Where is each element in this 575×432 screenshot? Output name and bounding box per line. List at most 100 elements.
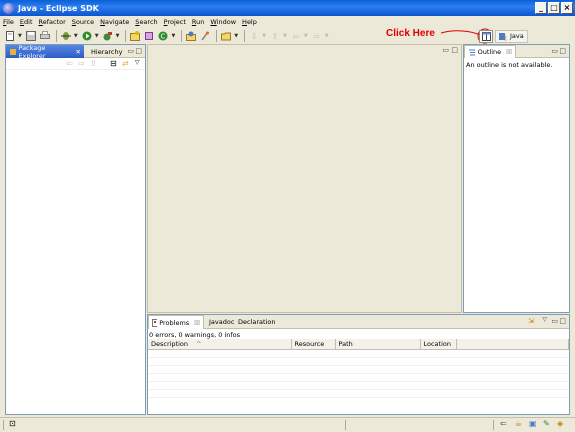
problems-view-menu-icon[interactable]: ▽ (542, 316, 547, 323)
up-nav-icon[interactable]: ⇧ (90, 59, 97, 68)
new-dropdown-icon[interactable]: ▼ (18, 33, 22, 39)
status-separator (345, 420, 346, 430)
trim-ant-icon[interactable]: ◈ (557, 419, 563, 428)
menu-refactor[interactable]: Refactor (39, 18, 66, 26)
column-path[interactable]: Path (335, 339, 421, 350)
trim-prev-icon[interactable]: ⇐ (500, 419, 507, 428)
new-java-project-icon[interactable] (129, 30, 141, 42)
open-folder-icon[interactable] (220, 30, 232, 42)
forward-icon[interactable]: ⇨ (311, 30, 323, 42)
new-icon[interactable] (4, 30, 16, 42)
java-perspective-button[interactable]: J Java (495, 29, 528, 43)
open-perspective-button[interactable] (479, 29, 493, 43)
run-icon[interactable] (81, 30, 93, 42)
toolbar-separator (244, 30, 246, 42)
package-explorer-tabstrip: Package Explorer ✕ Hierarchy ▭ □ (6, 44, 145, 60)
package-explorer-toolbar: ⇦ ⇨ ⇧ ⊟ ⇄ ▽ (6, 58, 145, 70)
toolbar-separator (55, 30, 57, 42)
problems-tabstrip: Problems ☒ Javadoc Declaration ⇲ ▽ ▭ □ (148, 315, 569, 329)
run-dropdown-icon[interactable]: ▼ (95, 33, 99, 39)
tab-javadoc[interactable]: Javadoc (206, 315, 236, 329)
close-tab-icon[interactable]: ✕ (76, 48, 81, 56)
outline-icon (469, 49, 475, 56)
column-resource[interactable]: Resource (291, 339, 336, 350)
column-location[interactable]: Location (420, 339, 457, 350)
tab-javadoc-label: Javadoc (209, 318, 235, 326)
tab-declaration-label: Declaration (238, 318, 276, 326)
menu-window[interactable]: Window (210, 18, 236, 26)
save-icon[interactable] (25, 30, 37, 42)
back-dropdown-icon[interactable]: ▼ (304, 33, 308, 39)
menu-run[interactable]: Run (192, 18, 204, 26)
menu-search[interactable]: Search (135, 18, 157, 26)
forward-dropdown-icon[interactable]: ▼ (325, 33, 329, 39)
title-bar: Java - Eclipse SDK _ □ × (0, 0, 575, 16)
annotation-prev-icon[interactable]: ⇧ (269, 30, 281, 42)
tab-outline[interactable]: Outline ☒ (464, 45, 516, 58)
window-title: Java - Eclipse SDK (18, 3, 99, 13)
maximize-button[interactable]: □ (548, 2, 560, 14)
maximize-view-icon[interactable]: □ (135, 47, 142, 55)
maximize-outline-icon[interactable]: □ (559, 47, 566, 55)
fast-view-icon[interactable]: ⊡ (9, 419, 16, 428)
print-icon[interactable] (39, 30, 51, 42)
new-class-dropdown-icon[interactable]: ▼ (171, 33, 175, 39)
status-bar: ⊡ ⇐ ☕ ▣ ✎ ◈ (0, 417, 575, 432)
close-button[interactable]: × (561, 2, 573, 14)
new-package-icon[interactable] (143, 30, 155, 42)
menu-navigate[interactable]: Navigate (100, 18, 129, 26)
trim-console-icon[interactable]: ▣ (529, 419, 537, 428)
back-nav-icon[interactable]: ⇦ (66, 59, 73, 68)
annotation-next-dropdown-icon[interactable]: ▼ (262, 33, 266, 39)
open-folder-dropdown-icon[interactable]: ▼ (234, 33, 238, 39)
maximize-editor-icon[interactable]: □ (451, 46, 458, 54)
menu-edit[interactable]: Edit (20, 18, 33, 26)
tab-package-explorer[interactable]: Package Explorer ✕ (6, 44, 84, 60)
java-perspective-icon: J (499, 32, 507, 41)
menu-file[interactable]: File (3, 18, 14, 26)
minimize-view-icon[interactable]: ▭ (127, 47, 134, 55)
maximize-problems-icon[interactable]: □ (559, 317, 566, 325)
link-editor-icon[interactable]: ⇄ (122, 59, 129, 68)
filter-icon[interactable]: ⇲ (528, 317, 534, 325)
search-icon[interactable] (199, 30, 211, 42)
forward-nav-icon[interactable]: ⇨ (78, 59, 85, 68)
column-description-label: Description (151, 339, 189, 348)
table-row (148, 381, 569, 390)
tab-problems[interactable]: Problems ☒ (148, 315, 204, 329)
menu-source[interactable]: Source (72, 18, 94, 26)
minimize-outline-icon[interactable]: ▭ (551, 47, 558, 55)
collapse-all-icon[interactable]: ⊟ (110, 59, 117, 68)
table-row (148, 357, 569, 366)
trim-tasks-icon[interactable]: ✎ (543, 419, 550, 428)
toolbar-separator (125, 30, 127, 42)
minimize-editor-icon[interactable]: ▭ (442, 46, 449, 54)
minimize-button[interactable]: _ (535, 2, 547, 14)
new-class-icon[interactable]: C (157, 30, 169, 42)
view-menu-icon[interactable]: ▽ (135, 59, 140, 66)
external-tools-dropdown-icon[interactable]: ▼ (116, 33, 120, 39)
problems-table-wrap: Description ^ Resource Path Location (148, 339, 569, 398)
close-outline-icon[interactable]: ☒ (506, 48, 512, 56)
debug-icon[interactable] (60, 30, 72, 42)
menu-project[interactable]: Project (164, 18, 186, 26)
column-path-label: Path (338, 339, 353, 348)
trim-java-icon[interactable]: ☕ (515, 419, 522, 428)
external-tools-icon[interactable] (102, 30, 114, 42)
debug-dropdown-icon[interactable]: ▼ (74, 33, 78, 39)
tab-hierarchy[interactable]: Hierarchy (86, 45, 124, 58)
close-problems-icon[interactable]: ☒ (194, 319, 200, 327)
back-icon[interactable]: ⇦ (290, 30, 302, 42)
minimize-problems-icon[interactable]: ▭ (551, 317, 558, 325)
problems-summary: 0 errors, 0 warnings, 0 infos (149, 331, 240, 339)
annotation-prev-dropdown-icon[interactable]: ▼ (283, 33, 287, 39)
table-row (148, 389, 569, 398)
column-description[interactable]: Description ^ (148, 339, 292, 350)
package-explorer-icon (10, 48, 16, 55)
menu-help[interactable]: Help (242, 18, 257, 26)
annotation-next-icon[interactable]: ⇩ (248, 30, 260, 42)
eclipse-logo-icon (3, 2, 14, 14)
tab-declaration[interactable]: Declaration (235, 315, 279, 329)
open-type-icon[interactable] (185, 30, 197, 42)
tab-hierarchy-label: Hierarchy (91, 47, 123, 56)
